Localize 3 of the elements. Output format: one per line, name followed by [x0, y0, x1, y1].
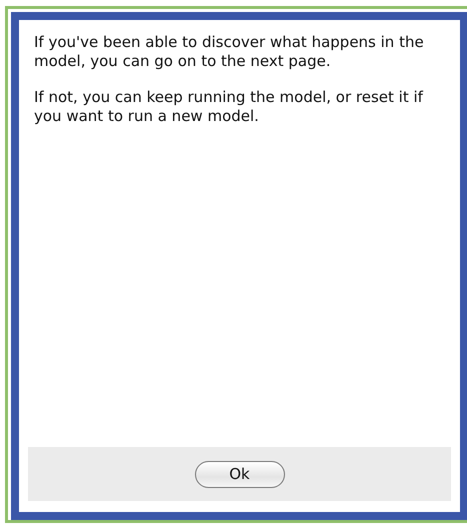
message-text: If you've been able to discover what happens in the model, you can go on to the next page.: [34, 33, 425, 71]
message-text: If not, you can keep running the model, or reset it if you want to run a new model.: [34, 88, 424, 126]
ok-button[interactable]: Ok: [194, 460, 284, 488]
